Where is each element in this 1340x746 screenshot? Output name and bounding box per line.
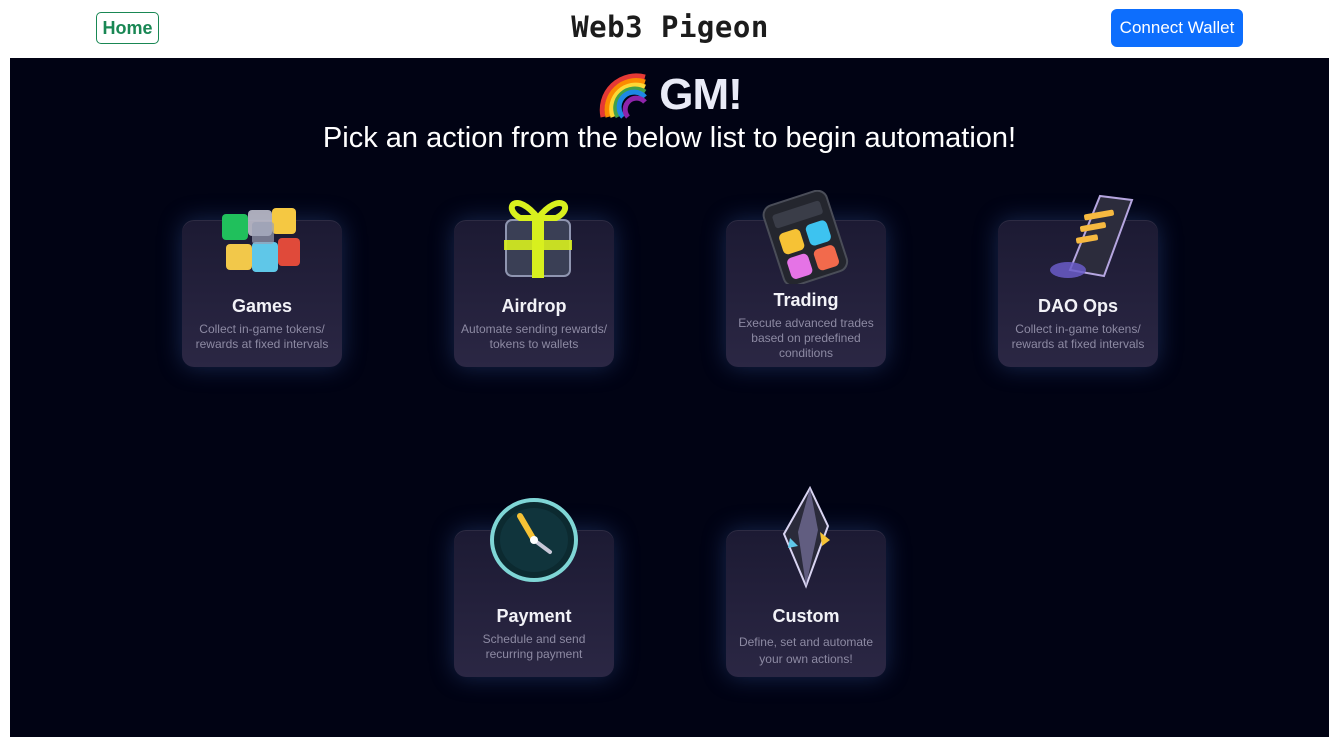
card-description: Schedule and send recurring payment bbox=[482, 632, 586, 661]
gm-heading: GM! bbox=[10, 66, 1329, 124]
automation-panel: GM! Pick an action from the below list t… bbox=[10, 58, 1329, 737]
card-description: Automate sending rewards/ tokens to wall… bbox=[460, 322, 608, 351]
card-title: Games bbox=[231, 296, 293, 316]
clock-icon bbox=[490, 498, 578, 582]
card-description: Define, set and automate your own action… bbox=[738, 635, 874, 666]
gm-text: GM! bbox=[659, 70, 743, 119]
connect-wallet-button[interactable]: Connect Wallet bbox=[1111, 9, 1243, 47]
card-description: Execute advanced trades based on predefi… bbox=[738, 316, 874, 360]
crystal-icon bbox=[782, 486, 830, 589]
card-title: Airdrop bbox=[501, 296, 567, 316]
card-title: DAO Ops bbox=[1037, 296, 1118, 316]
top-navbar: Home Web3 Pigeon Connect Wallet bbox=[0, 0, 1340, 58]
rainbow-icon bbox=[600, 73, 648, 119]
scroll-icon bbox=[1050, 194, 1134, 278]
card-title: Trading bbox=[773, 290, 839, 310]
card-description: Collect in-game tokens/ rewards at fixed… bbox=[1011, 322, 1145, 351]
card-description: Collect in-game tokens/ rewards at fixed… bbox=[195, 322, 329, 351]
card-title: Payment bbox=[496, 606, 572, 626]
gift-icon bbox=[504, 200, 572, 278]
calculator-icon bbox=[762, 190, 849, 284]
card-title: Custom bbox=[772, 606, 840, 626]
page-subtitle: Pick an action from the below list to be… bbox=[322, 122, 1017, 154]
cube-icon bbox=[222, 208, 300, 272]
